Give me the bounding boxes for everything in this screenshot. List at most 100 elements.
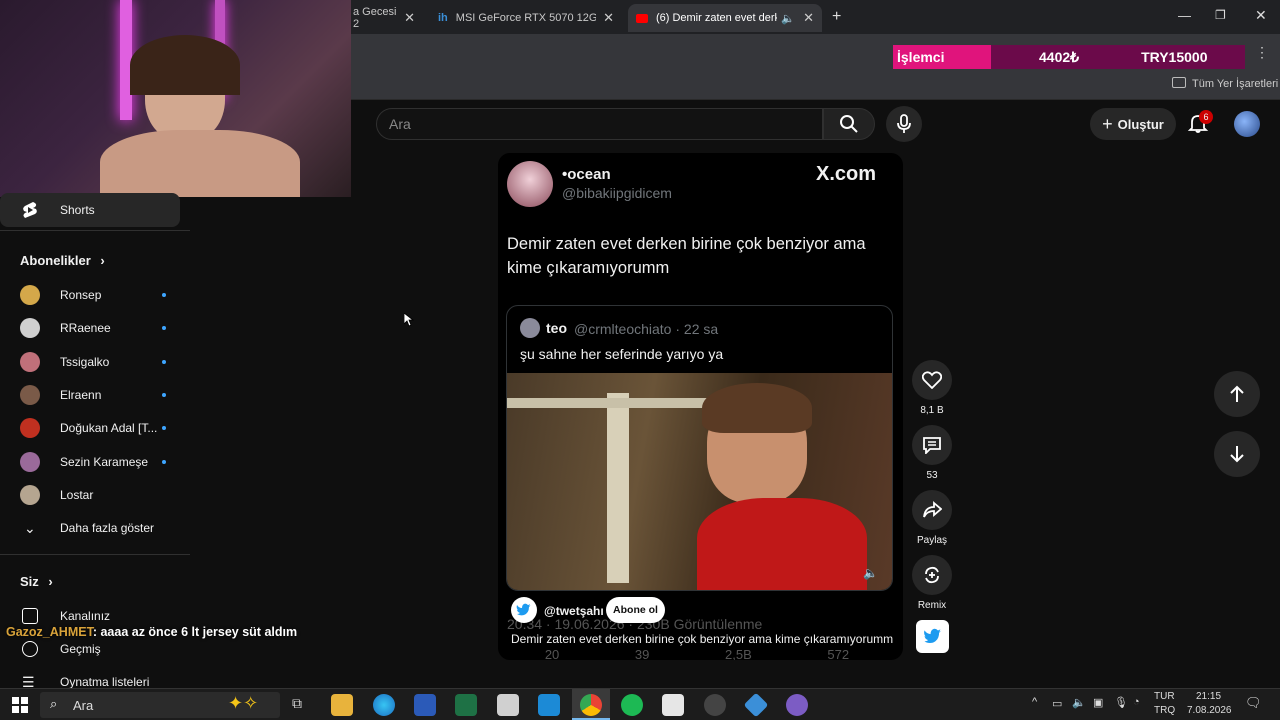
obs-icon[interactable] [662, 694, 684, 716]
spotify-icon[interactable] [621, 694, 643, 716]
sidebar-item-label: Elraenn [60, 387, 102, 402]
sidebar-item-label: RRaenee [60, 321, 111, 336]
notification-center-icon[interactable]: 🗨 [1245, 695, 1262, 711]
minimize-button[interactable]: — [1178, 8, 1191, 23]
like-count: 2,5B [725, 647, 752, 660]
twitter-bird-icon [516, 603, 531, 616]
sidebar-item-shorts[interactable]: Shorts [0, 193, 180, 227]
show-more-button[interactable]: ⌄ Daha fazla göster [0, 511, 190, 545]
volume-icon[interactable]: 🔈 [1072, 696, 1086, 709]
mic-icon[interactable]: 🎙 [1114, 696, 1128, 709]
sidebar-sub-item[interactable]: Sezin Karameşe [0, 445, 190, 479]
language-indicator[interactable]: TUR [1154, 691, 1175, 702]
sidebar-item-label: Sezin Karameşe [60, 454, 149, 469]
chrome-taskbar-active[interactable] [572, 689, 610, 720]
windows-start-icon[interactable] [12, 697, 28, 713]
quote-meta: @crmlteochiato · 22 sa [574, 321, 719, 337]
comment-icon [923, 437, 941, 454]
search-icon: ⌕ [50, 696, 58, 711]
ticker-value-1: 4402₺ [1039, 48, 1080, 65]
comment-button[interactable] [912, 425, 952, 465]
close-icon[interactable]: ✕ [803, 10, 814, 26]
sidebar-sub-item[interactable]: Tssigalko [0, 345, 190, 379]
plus-icon: + [1102, 113, 1113, 134]
previous-short-button[interactable] [1214, 371, 1260, 417]
sidebar-sub-item[interactable]: RRaenee [0, 311, 190, 345]
tab-3-active[interactable]: (6) Demir zaten evet derken 🔈 ✕ [628, 4, 822, 32]
maximize-button[interactable]: ❐ [1215, 8, 1226, 22]
channel-name[interactable]: @twetşahı [544, 604, 604, 618]
tab-1[interactable]: a Gecesi 2 ✕ [345, 6, 423, 30]
sidebar-item-label: Doğukan Adal [T... [60, 421, 158, 436]
create-button[interactable]: + Oluştur [1090, 108, 1176, 140]
search-button[interactable] [823, 108, 875, 140]
sidebar-sub-item[interactable]: Lostar [0, 478, 190, 512]
tab-title: MSI GeForce RTX 5070 12GB VE [455, 12, 596, 24]
avatar[interactable] [1234, 111, 1260, 137]
menu-dots-icon[interactable]: ⋮ [1255, 44, 1269, 61]
edge-icon[interactable] [373, 694, 395, 716]
sound-thumbnail[interactable] [916, 620, 949, 653]
sidebar-sub-item[interactable]: Doğukan Adal [T... [0, 411, 190, 445]
avatar [20, 318, 40, 339]
sidebar-item-label: Ronsep [60, 288, 102, 302]
sidebar-sub-item[interactable]: Elraenn [0, 378, 190, 412]
excel-icon[interactable] [455, 694, 477, 716]
channel-avatar[interactable] [511, 597, 537, 623]
chevron-up-icon[interactable]: ^ [1032, 696, 1037, 708]
steam-icon[interactable] [704, 694, 726, 716]
store-icon[interactable] [538, 694, 560, 716]
you-heading[interactable]: Siz › [20, 574, 53, 589]
sidebar-item-label: Tssigalko [60, 354, 110, 369]
remix-button[interactable] [912, 555, 952, 595]
chevron-right-icon: › [48, 574, 53, 589]
avatar [20, 384, 40, 405]
mic-button[interactable] [886, 106, 922, 142]
retweet-count: 39 [634, 647, 650, 660]
like-button[interactable] [912, 360, 952, 400]
ticker-value-2: TRY15000 [1141, 49, 1208, 65]
notifications-button[interactable]: 6 [1187, 110, 1213, 136]
shorts-icon [23, 202, 37, 218]
close-icon[interactable]: ✕ [404, 10, 415, 26]
tweet-avatar [507, 161, 553, 207]
task-view-icon[interactable]: ⧉ [292, 695, 302, 712]
subscribe-button[interactable]: Abone ol [606, 597, 665, 623]
shorts-video-card[interactable]: •ocean @bibakiipgidicem X.com Demir zate… [498, 153, 903, 660]
file-explorer-icon[interactable] [331, 694, 353, 716]
tab-2[interactable]: ih MSI GeForce RTX 5070 12GB VE ✕ [430, 6, 622, 30]
clock-date[interactable]: 7.08.2026 [1187, 705, 1232, 716]
volume-icon[interactable]: 🔈 [863, 566, 878, 580]
network-icon[interactable]: ◔ [1133, 696, 1140, 708]
input-method-indicator[interactable]: TRQ [1154, 705, 1175, 716]
app-icon[interactable] [743, 692, 769, 718]
close-window-button[interactable]: ✕ [1255, 7, 1267, 24]
avatar [20, 351, 40, 372]
short-title[interactable]: Demir zaten evet derken birine çok benzi… [511, 632, 893, 646]
sidebar-item-label: Shorts [60, 203, 95, 217]
share-button[interactable] [912, 490, 952, 530]
next-short-button[interactable] [1214, 431, 1260, 477]
avatar [20, 484, 40, 505]
new-tab-button[interactable]: + [832, 8, 841, 26]
taskbar-search[interactable]: ⌕ Ara ✦✧ [40, 692, 280, 718]
close-icon[interactable]: ✕ [603, 10, 614, 26]
sidebar-sub-item[interactable]: Ronsep [0, 278, 190, 312]
chrome-icon [580, 694, 602, 716]
ticker-label: İşlemci [893, 45, 991, 69]
share-label: Paylaş [916, 535, 947, 546]
quote-video-frame[interactable]: 🔈 [507, 373, 892, 590]
word-icon[interactable] [414, 694, 436, 716]
calculator-icon[interactable] [497, 694, 519, 716]
taskbar-search-label: Ara [73, 698, 94, 713]
speaker-icon[interactable]: 🔈 [781, 12, 795, 25]
chat-icon[interactable]: ▣ [1093, 696, 1103, 709]
mouse-cursor-icon [404, 313, 414, 327]
discord-icon[interactable] [786, 694, 808, 716]
all-bookmarks-link[interactable]: Tüm Yer İşaretleri [1192, 78, 1278, 90]
chat-user: Gazoz_AHMET [6, 625, 93, 639]
search-input[interactable]: Ara [376, 108, 823, 140]
sidebar-item-label: Lostar [60, 487, 94, 502]
clock-time[interactable]: 21:15 [1196, 691, 1221, 702]
subscriptions-heading[interactable]: Abonelikler › [20, 253, 105, 268]
